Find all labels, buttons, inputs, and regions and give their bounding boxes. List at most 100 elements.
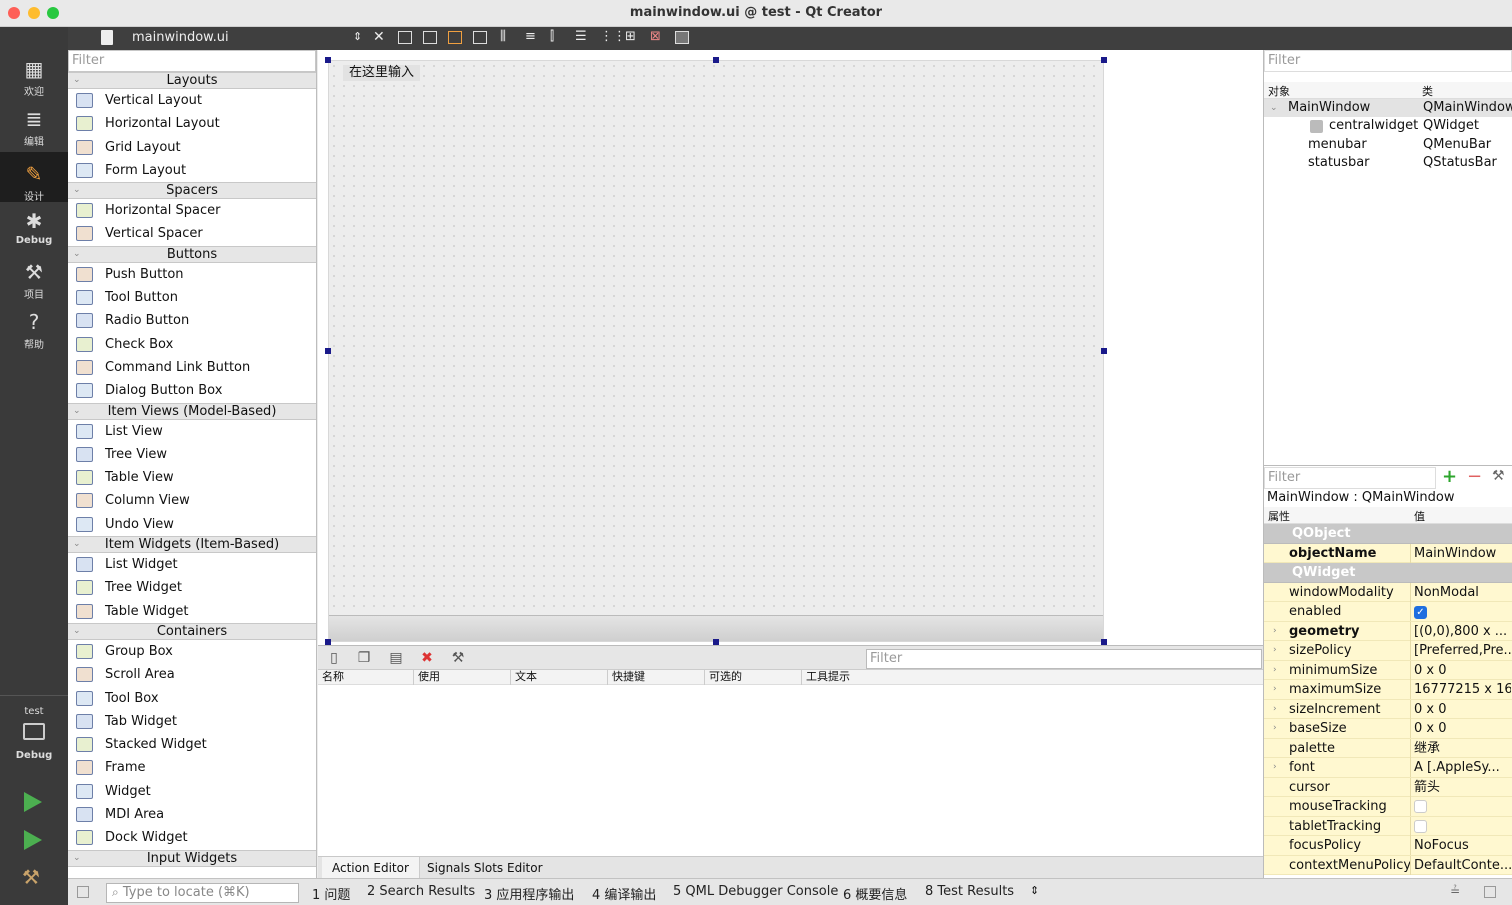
mode-projects[interactable]: ⚒ 项目 xyxy=(0,260,68,310)
property-row[interactable]: › geometry [(0,0),800 x ... xyxy=(1264,621,1512,641)
column-header[interactable]: 对象 xyxy=(1268,83,1290,99)
property-value[interactable]: A [.AppleSy... xyxy=(1414,758,1511,777)
delete-action-icon[interactable]: ✖ xyxy=(419,650,435,666)
widget-item[interactable]: Group Box xyxy=(68,640,316,663)
property-row[interactable]: tabletTracking xyxy=(1264,816,1512,836)
property-value[interactable]: 0 x 0 xyxy=(1414,661,1511,680)
layout-splitter-h-icon[interactable]: ⫿ xyxy=(550,29,554,44)
property-value[interactable]: DefaultConte... xyxy=(1414,856,1511,875)
property-row[interactable]: cursor 箭头 xyxy=(1264,777,1512,797)
widget-item[interactable]: Horizontal Layout xyxy=(68,112,316,135)
configure-icon[interactable]: ⚒ xyxy=(450,650,466,666)
property-row[interactable]: › font A [.AppleSy... xyxy=(1264,758,1512,778)
output-tab-issues[interactable]: 1 问题 xyxy=(312,884,350,903)
column-header[interactable]: 可选的 xyxy=(705,670,802,685)
property-checkbox[interactable]: ✓ xyxy=(1414,606,1427,619)
property-row[interactable]: objectName MainWindow xyxy=(1264,543,1512,563)
widget-category-header[interactable]: ⌄ Layouts xyxy=(68,72,316,89)
widget-item[interactable]: Table View xyxy=(68,466,316,489)
property-value[interactable]: 16777215 x 16... xyxy=(1414,680,1511,699)
paste-action-icon[interactable]: ▤ xyxy=(388,650,404,666)
widget-item[interactable]: Tree View xyxy=(68,443,316,466)
widget-item[interactable]: Push Button xyxy=(68,263,316,286)
property-value[interactable]: 0 x 0 xyxy=(1414,700,1511,719)
widget-item[interactable]: Form Layout xyxy=(68,159,316,182)
layout-horizontal-icon[interactable]: ⫼ xyxy=(500,29,506,44)
toggle-sidebar-icon[interactable] xyxy=(77,886,89,898)
widget-item[interactable]: Column View xyxy=(68,489,316,512)
close-file-icon[interactable]: ✕ xyxy=(373,29,385,45)
toggle-right-sidebar-icon[interactable] xyxy=(1484,886,1496,898)
output-tab-test-results[interactable]: 8 Test Results xyxy=(925,884,1014,899)
property-value[interactable]: MainWindow xyxy=(1414,544,1511,563)
output-tab-application-output[interactable]: 3 应用程序输出 xyxy=(484,884,574,903)
expand-chevron-icon[interactable]: › xyxy=(1273,758,1277,777)
property-value[interactable]: 继承 xyxy=(1414,739,1511,758)
widget-item[interactable]: Tool Button xyxy=(68,286,316,309)
file-switch-chevron-icon[interactable]: ⇕ xyxy=(353,30,362,43)
widget-item[interactable]: Horizontal Spacer xyxy=(68,199,316,222)
tab-signals-slots-editor[interactable]: Signals Slots Editor xyxy=(417,857,553,879)
configure-icon[interactable]: ⚒ xyxy=(1492,468,1505,484)
output-tab-compile-output[interactable]: 4 编译输出 xyxy=(592,884,656,903)
status-bar-placeholder[interactable] xyxy=(329,615,1103,641)
layout-form-icon[interactable]: ⋮⋮ xyxy=(600,29,626,44)
menu-placeholder[interactable]: 在这里输入 xyxy=(343,65,421,81)
expand-chevron-icon[interactable]: › xyxy=(1273,622,1277,641)
resize-handle[interactable] xyxy=(1101,348,1107,354)
property-row[interactable]: contextMenuPolicy DefaultConte... xyxy=(1264,855,1512,875)
remove-dynamic-property-icon[interactable]: − xyxy=(1467,466,1482,487)
property-value[interactable]: [(0,0),800 x ... xyxy=(1414,622,1511,641)
object-row[interactable]: centralwidget QWidget xyxy=(1264,117,1512,135)
widget-category-header[interactable]: ⌄ Spacers xyxy=(68,182,316,200)
edit-signals-icon[interactable] xyxy=(423,31,437,44)
property-group-header[interactable]: QObject xyxy=(1264,524,1512,544)
property-value[interactable]: ✓ xyxy=(1414,602,1511,621)
output-tab-search-results[interactable]: 2 Search Results xyxy=(367,884,475,899)
column-header[interactable]: 文本 xyxy=(511,670,608,685)
property-checkbox[interactable] xyxy=(1414,819,1427,833)
property-row[interactable]: palette 继承 xyxy=(1264,738,1512,758)
mode-help[interactable]: ? 帮助 xyxy=(0,310,68,360)
property-value[interactable]: NonModal xyxy=(1414,583,1511,602)
widget-category-header[interactable]: ⌄ Buttons xyxy=(68,245,316,263)
property-row[interactable]: mouseTracking xyxy=(1264,797,1512,817)
debug-run-button[interactable] xyxy=(24,830,42,850)
column-header[interactable]: 值 xyxy=(1414,508,1425,524)
widget-item[interactable]: List Widget xyxy=(68,553,316,576)
column-header[interactable]: 类 xyxy=(1422,83,1433,99)
widget-filter-input[interactable]: Filter xyxy=(68,50,316,72)
property-row[interactable]: windowModality NonModal xyxy=(1264,582,1512,602)
column-header[interactable]: 快捷键 xyxy=(608,670,705,685)
property-row[interactable]: › baseSize 0 x 0 xyxy=(1264,719,1512,739)
edit-widgets-icon[interactable] xyxy=(398,31,412,44)
object-row[interactable]: statusbar QStatusBar xyxy=(1264,154,1512,172)
new-action-icon[interactable]: ▯ xyxy=(326,650,342,666)
property-group-header[interactable]: QWidget xyxy=(1264,563,1512,583)
more-tabs-chevron-icon[interactable]: ⇕ xyxy=(1030,884,1039,897)
toggle-progress-icon[interactable]: ≟ xyxy=(1450,884,1460,898)
object-row[interactable]: menubar QMenuBar xyxy=(1264,136,1512,154)
property-row[interactable]: enabled ✓ xyxy=(1264,602,1512,622)
add-dynamic-property-icon[interactable]: + xyxy=(1442,466,1457,487)
property-row[interactable]: › minimumSize 0 x 0 xyxy=(1264,660,1512,680)
mode-edit[interactable]: ≣ 编辑 xyxy=(0,107,68,157)
mode-design[interactable]: ✎ 设计 xyxy=(0,152,68,203)
widget-item[interactable]: Command Link Button xyxy=(68,356,316,379)
adjust-size-icon[interactable] xyxy=(675,31,689,44)
widget-item[interactable]: Grid Layout xyxy=(68,136,316,159)
edit-buddies-icon[interactable] xyxy=(448,31,462,44)
property-checkbox[interactable] xyxy=(1414,800,1427,813)
widget-item[interactable]: Frame xyxy=(68,756,316,779)
widget-category-header[interactable]: ⌄ Item Widgets (Item-Based) xyxy=(68,536,316,554)
widget-item[interactable]: Table Widget xyxy=(68,600,316,623)
widget-item[interactable]: Vertical Layout xyxy=(68,89,316,112)
column-header[interactable]: 使用 xyxy=(414,670,511,685)
expand-chevron-icon[interactable]: › xyxy=(1273,661,1277,680)
widget-item[interactable]: Check Box xyxy=(68,333,316,356)
widget-item[interactable]: List View xyxy=(68,420,316,443)
locator-input[interactable]: ⌕ Type to locate (⌘K) xyxy=(106,883,299,903)
widget-item[interactable]: Tree Widget xyxy=(68,576,316,599)
widget-item[interactable]: Widget xyxy=(68,780,316,803)
edit-tab-order-icon[interactable] xyxy=(473,31,487,44)
